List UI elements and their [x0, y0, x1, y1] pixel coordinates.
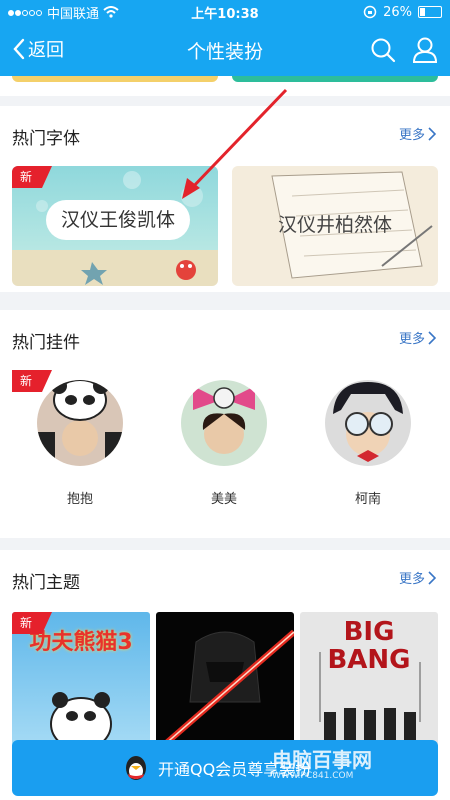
hot-fonts-section: 热门字体 更多 新 汉仪王俊凯体 汉仪井柏然体	[0, 106, 450, 292]
qq-penguin-icon	[126, 756, 146, 780]
pendant-item[interactable]: 美美	[174, 380, 274, 507]
section-title: 热门挂件	[12, 333, 80, 353]
watermark-url: WWW.PC841.COM	[272, 771, 354, 781]
status-bar: 中国联通 上午10:38 26%	[0, 0, 450, 24]
vip-banner[interactable]: 开通QQ会员尊享装扮	[12, 740, 438, 796]
rotation-lock-icon	[363, 5, 377, 19]
site-watermark: 电脑百事网 WWW.PC841.COM	[272, 744, 372, 781]
chevron-right-icon	[428, 126, 436, 141]
pendant-avatar	[181, 380, 267, 466]
pendant-item[interactable]: 抱抱	[30, 380, 130, 507]
font-preview-bubble: 汉仪王俊凯体	[46, 200, 190, 240]
theme-card[interactable]: 新 功夫熊猫3	[12, 612, 150, 752]
navigation-bar: 返回 个性装扮	[0, 24, 450, 76]
chevron-right-icon	[428, 330, 436, 345]
chevron-right-icon	[428, 570, 436, 585]
more-label: 更多	[398, 128, 425, 143]
more-fonts-link[interactable]: 更多	[399, 124, 436, 143]
hot-pendants-section: 热门挂件 更多 新 抱抱 美美 柯南	[0, 310, 450, 538]
pendant-name: 抱抱	[66, 492, 93, 507]
banner-edge-right[interactable]	[232, 76, 438, 82]
pendant-avatar	[325, 380, 411, 466]
starwars-theme-image	[156, 629, 294, 752]
section-title: 热门字体	[12, 129, 80, 149]
pendant-name: 柯南	[354, 492, 381, 507]
battery-percent: 26%	[383, 4, 412, 20]
banner-edge-left[interactable]	[12, 76, 218, 82]
theme-card[interactable]	[156, 612, 294, 752]
panda-pendant-image	[37, 380, 123, 466]
pendant-item[interactable]: 柯南	[318, 380, 418, 507]
more-label: 更多	[398, 572, 425, 587]
section-title: 热门主题	[12, 573, 80, 593]
more-label: 更多	[398, 332, 425, 347]
more-pendants-link[interactable]: 更多	[399, 328, 436, 347]
profile-icon[interactable]	[412, 36, 438, 64]
more-themes-link[interactable]: 更多	[399, 568, 436, 587]
conan-pendant-image	[333, 382, 403, 462]
previous-section-edge	[0, 76, 450, 96]
pendant-name: 美美	[210, 492, 237, 507]
watermark-name: 电脑百事网	[272, 748, 372, 772]
font-card[interactable]: 新 汉仪王俊凯体	[12, 166, 218, 286]
battery-icon	[418, 6, 442, 18]
font-preview-text: 汉仪井柏然体	[277, 214, 392, 236]
bow-pendant-image	[193, 386, 255, 454]
theme-card[interactable]: BIG BANG	[300, 612, 438, 752]
pendant-avatar	[37, 380, 123, 466]
bigbang-theme-image	[319, 652, 421, 746]
search-icon[interactable]	[370, 37, 396, 63]
font-card[interactable]: 汉仪井柏然体	[232, 166, 438, 286]
